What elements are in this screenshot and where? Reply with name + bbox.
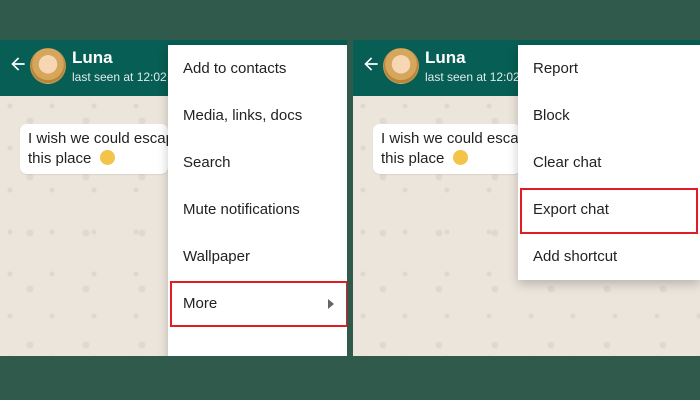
avatar[interactable] — [383, 48, 419, 84]
overflow-menu: Add to contacts Media, links, docs Searc… — [168, 45, 347, 356]
highlight-box-more — [170, 281, 347, 327]
smiling-face-with-sweat-emoji-icon — [452, 150, 468, 165]
menu-item-clear-chat[interactable]: Clear chat — [518, 139, 700, 186]
left-chat-screenshot: Luna last seen at 12:02 I wish we could … — [0, 40, 347, 356]
message-line-2: this place — [381, 150, 445, 167]
message-line-2: this place — [28, 150, 92, 167]
menu-item-block[interactable]: Block — [518, 92, 700, 139]
message-bubble[interactable]: I wish we could escape this place — [373, 124, 521, 174]
message-bubble[interactable]: I wish we could escape this place — [20, 124, 168, 174]
right-chat-screenshot: Luna last seen at 12:02 I wish we could … — [353, 40, 700, 356]
back-arrow-icon[interactable] — [8, 54, 28, 74]
last-seen-status: last seen at 12:02 — [425, 70, 520, 84]
contact-name[interactable]: Luna — [72, 48, 113, 68]
menu-item-report[interactable]: Report — [518, 45, 700, 92]
back-arrow-icon[interactable] — [361, 54, 381, 74]
menu-item-add-to-contacts[interactable]: Add to contacts — [168, 45, 347, 92]
avatar[interactable] — [30, 48, 66, 84]
menu-item-media-links-docs[interactable]: Media, links, docs — [168, 92, 347, 139]
contact-name[interactable]: Luna — [425, 48, 466, 68]
more-submenu: Report Block Clear chat Export chat Add … — [518, 45, 700, 280]
message-line-1: I wish we could escape — [381, 130, 521, 147]
menu-item-search[interactable]: Search — [168, 139, 347, 186]
smiling-face-with-sweat-emoji-icon — [99, 150, 115, 165]
message-line-1: I wish we could escape — [28, 130, 168, 147]
menu-item-mute-notifications[interactable]: Mute notifications — [168, 186, 347, 233]
menu-item-wallpaper[interactable]: Wallpaper — [168, 233, 347, 280]
menu-item-add-shortcut[interactable]: Add shortcut — [518, 233, 700, 280]
last-seen-status: last seen at 12:02 — [72, 70, 167, 84]
highlight-box-export-chat — [520, 188, 698, 234]
